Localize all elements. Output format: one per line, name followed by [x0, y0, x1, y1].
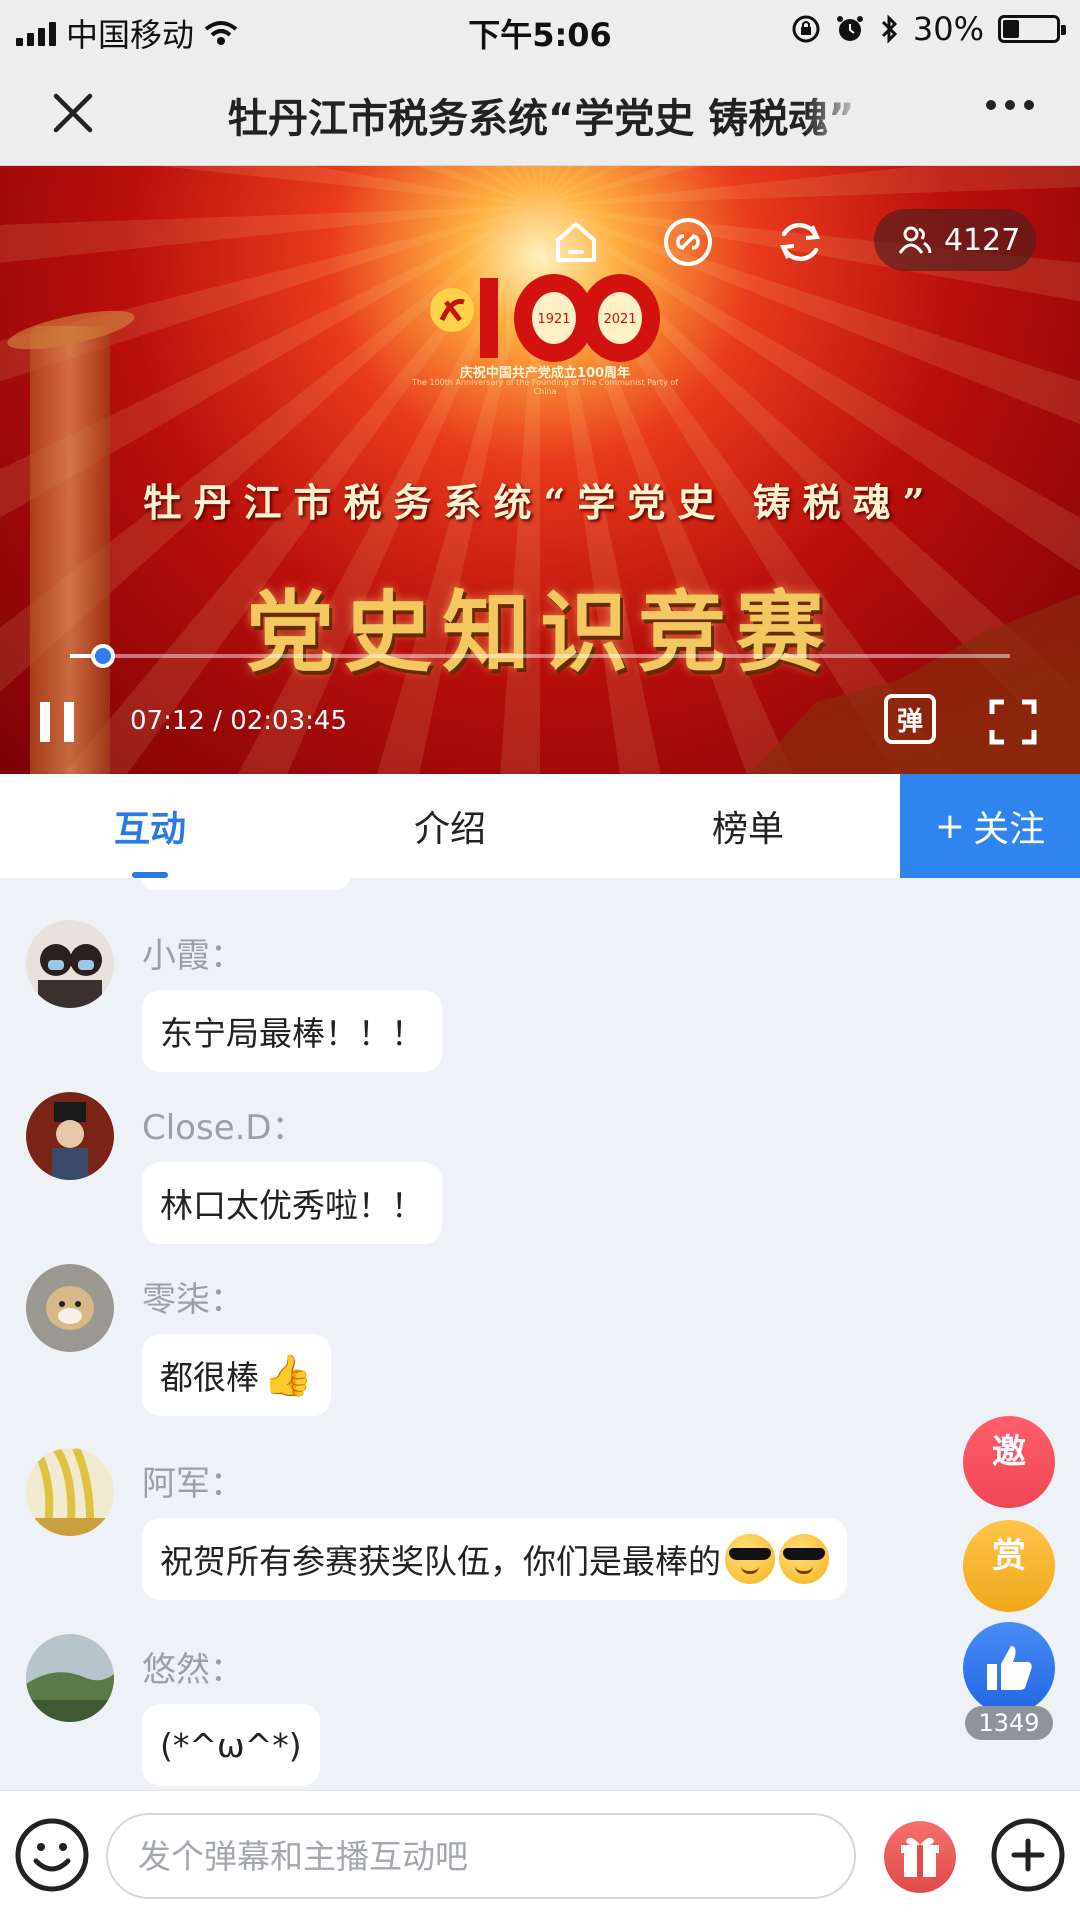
bluetooth-icon — [881, 14, 897, 44]
battery-percent: 30% — [912, 10, 984, 48]
chat-text: 祝贺所有参赛获奖队伍，你们是最棒的 — [160, 1542, 721, 1581]
battery-icon — [998, 15, 1066, 43]
avatar[interactable] — [26, 1634, 114, 1722]
chat-sender: 零柒： — [142, 1280, 244, 1320]
like-button[interactable] — [963, 1622, 1055, 1714]
emoji-icon[interactable] — [14, 1817, 90, 1893]
viewer-count-badge: 4127 — [874, 209, 1036, 271]
cool-emoji-icon — [725, 1534, 775, 1584]
plus-icon[interactable] — [990, 1817, 1066, 1893]
close-icon[interactable] — [48, 88, 98, 138]
avatar[interactable] — [26, 1264, 114, 1352]
progress-bar[interactable] — [70, 644, 1010, 668]
danmu-input[interactable] — [106, 1813, 856, 1899]
reward-label: 赏 — [992, 1536, 1026, 1576]
refresh-icon[interactable] — [772, 214, 828, 270]
thumbs-up-emoji-icon: 👍 — [263, 1352, 313, 1399]
gift-icon — [901, 1837, 939, 1877]
chat-sender: 悠然： — [142, 1650, 244, 1690]
home-icon[interactable] — [548, 214, 604, 270]
chat-sender: 小霞： — [142, 936, 244, 976]
nav-bar: 牡丹江市税务系统“学党史 铸税魂” — [0, 60, 1080, 166]
banner-main: 党史知识竞赛 — [245, 580, 834, 684]
chat-text: (*^ω^*) — [160, 1725, 302, 1765]
reward-button[interactable]: 赏 — [963, 1520, 1055, 1612]
tab-intro[interactable]: 介绍 — [360, 774, 540, 878]
battery-level — [1003, 20, 1019, 38]
status-bar: 中国移动 下午5:06 30% — [0, 0, 1080, 60]
invite-label: 邀 — [992, 1432, 1026, 1472]
chat-bubble: 祝贺所有参赛获奖队伍，你们是最棒的 — [142, 1518, 847, 1600]
thumbs-up-icon — [987, 1646, 1032, 1690]
follow-button[interactable]: + 关注 — [900, 774, 1080, 878]
danmu-icon[interactable]: 弹 — [884, 694, 942, 748]
chat-bubble: 都很棒 👍 — [142, 1334, 331, 1416]
cool-emoji-icon — [779, 1534, 829, 1584]
avatar[interactable] — [26, 1092, 114, 1180]
chat-sender: 阿军： — [142, 1464, 244, 1504]
chat-text: 都很棒 — [160, 1358, 259, 1397]
emblem-year-start: 1921 — [537, 312, 570, 327]
chat-sender: Close.D： — [142, 1108, 306, 1148]
danmu-label: 弹 — [884, 694, 936, 744]
more-icon[interactable] — [986, 100, 1034, 110]
pause-icon[interactable] — [40, 702, 76, 742]
emblem-year-end: 2021 — [603, 312, 636, 327]
video-player[interactable]: 1921 2021 庆祝中国共产党成立100周年 The 100th Anniv… — [0, 166, 1080, 774]
avatar[interactable] — [26, 1448, 114, 1536]
follow-label: 关注 — [973, 809, 1046, 850]
chat-text: 东宁局最棒！！！ — [160, 1014, 424, 1053]
chat-text: 林口太优秀啦！！ — [160, 1186, 424, 1225]
chat-list[interactable]: 小霞： 东宁局最棒！！！ Close.D： 林口太优秀啦！！ 零柒： 都很棒 👍 — [0, 878, 1080, 1790]
rotation-lock-icon — [792, 15, 820, 43]
fullscreen-icon[interactable] — [988, 698, 1038, 746]
avatar[interactable] — [26, 920, 114, 1008]
page-title: 牡丹江市税务系统“学党史 铸税魂” — [228, 96, 855, 142]
link-icon[interactable] — [660, 214, 716, 270]
chat-bubble: (*^ω^*) — [142, 1704, 320, 1786]
chat-bubble: 林口太优秀啦！！ — [142, 1162, 442, 1244]
viewers-icon — [898, 226, 932, 254]
chat-bubble: 东宁局最棒！！！ — [142, 990, 442, 1072]
centenary-emblem: 1921 2021 — [430, 274, 660, 362]
input-bar — [0, 1790, 1080, 1920]
like-count: 1349 — [965, 1706, 1053, 1740]
invite-button[interactable]: 邀 — [963, 1416, 1055, 1508]
emblem-caption-en: The 100th Anniversary of the Founding of… — [412, 378, 678, 396]
gift-button[interactable] — [884, 1821, 956, 1893]
status-right: 30% — [791, 10, 1066, 48]
alarm-icon — [836, 16, 863, 41]
time-display: 07:12 / 02:03:45 — [130, 706, 347, 736]
tab-interact[interactable]: 互动 — [60, 774, 240, 878]
tab-ranking[interactable]: 榜单 — [658, 774, 838, 878]
follow-plus: + — [934, 805, 966, 847]
tab-bar: 互动 介绍 榜单 + 关注 — [0, 774, 1080, 878]
viewer-count: 4127 — [944, 222, 1021, 258]
banner-title: 牡丹江市税务系统“学党史 铸税魂” — [143, 480, 937, 525]
chat-partial-bubble — [140, 878, 350, 890]
